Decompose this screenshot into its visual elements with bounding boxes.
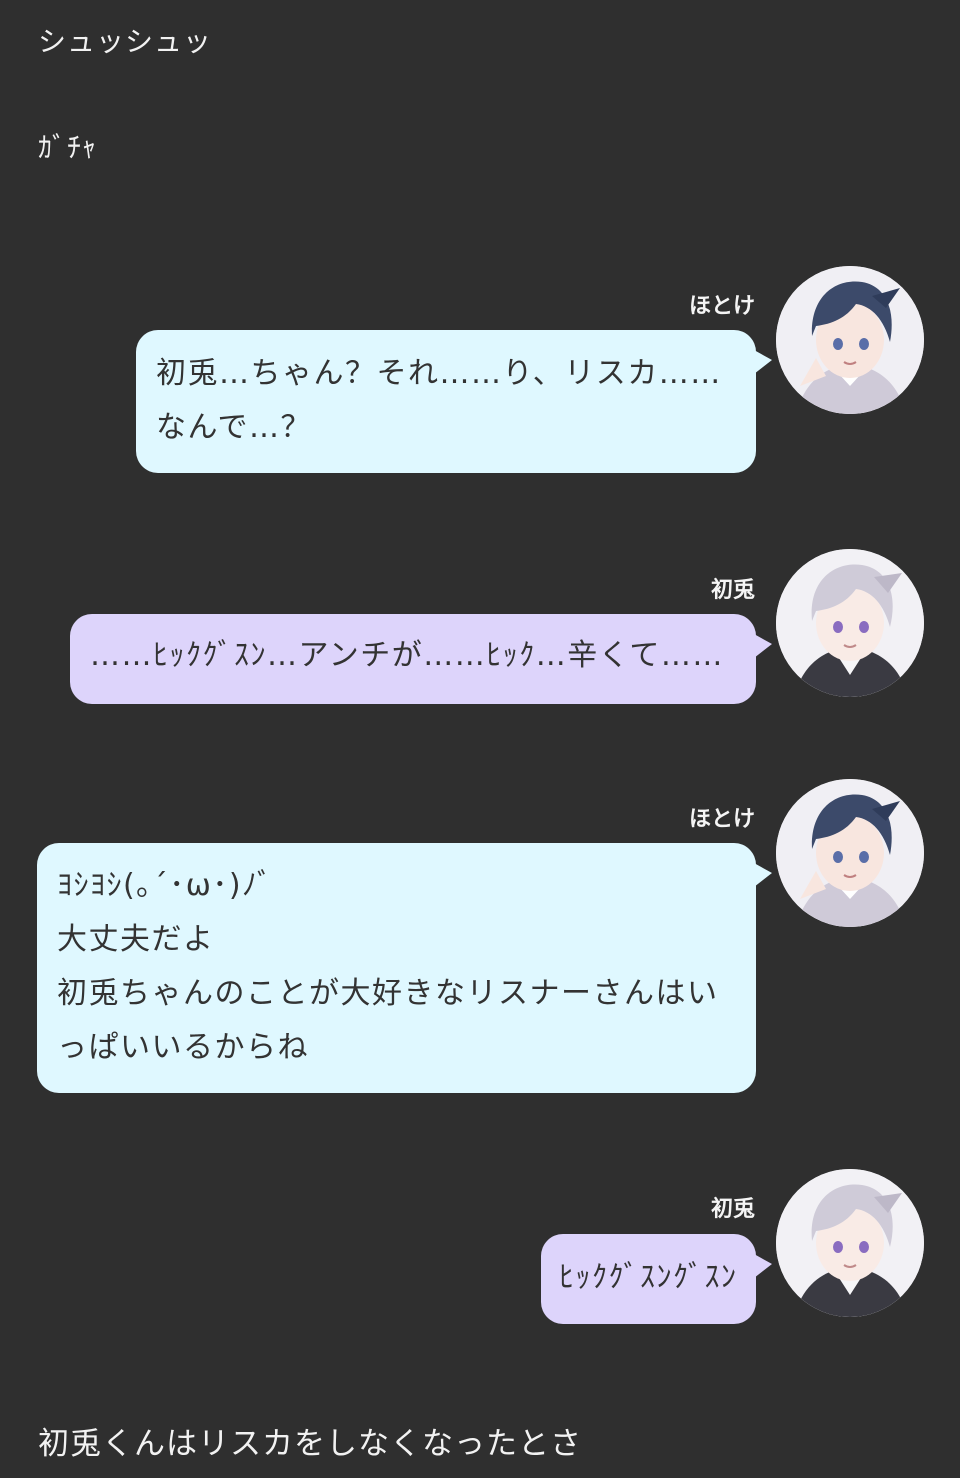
narration-sfx-rustle: シュッシュッ (38, 25, 213, 58)
speaker-name: 初兎 (710, 1197, 755, 1222)
narration-ending: 初兎くんはリスカをしなくなったとさ (38, 1426, 582, 1462)
message-line: なんで…？ (156, 410, 312, 445)
message-bubble-hotoke: ﾖｼﾖｼ(｡´･ω･)ﾉﾞ 大丈夫だよ 初兎ちゃんのことが大好きなリスナーさんは… (37, 843, 772, 1093)
message-line: 初兎ちゃんのことが大好きなリスナーさんはい (57, 976, 719, 1011)
narration-sfx-door: ｶﾞﾁｬ (38, 131, 98, 164)
message-line: 初兎…ちゃん？それ……り、リスカ…… (156, 356, 722, 391)
shoto-avatar-icon[interactable] (776, 1169, 924, 1317)
speaker-name: ほとけ (688, 294, 755, 319)
message-bubble-shoto: ……ﾋｯｸｸﾞｽﾝ…アンチが……ﾋｯｸ…辛くて…… (70, 614, 772, 704)
message-bubble-shoto: ﾋｯｸｸﾞｽﾝｸﾞｽﾝ (541, 1234, 772, 1324)
message-line: ﾋｯｸｸﾞｽﾝｸﾞｽﾝ (559, 1260, 738, 1295)
shoto-avatar-icon[interactable] (776, 549, 924, 697)
message-line: ……ﾋｯｸｸﾞｽﾝ…アンチが……ﾋｯｸ…辛くて…… (90, 638, 724, 673)
speaker-name: ほとけ (688, 807, 755, 832)
speaker-name: 初兎 (710, 578, 755, 603)
hotoke-avatar-icon[interactable] (776, 266, 924, 414)
message-line: ﾖｼﾖｼ(｡´･ω･)ﾉﾞ (57, 868, 274, 903)
message-bubble-hotoke: 初兎…ちゃん？それ……り、リスカ…… なんで…？ (136, 330, 772, 473)
hotoke-avatar-icon[interactable] (776, 779, 924, 927)
message-line: っぱいいるからね (57, 1030, 309, 1065)
message-line: 大丈夫だよ (57, 922, 215, 957)
